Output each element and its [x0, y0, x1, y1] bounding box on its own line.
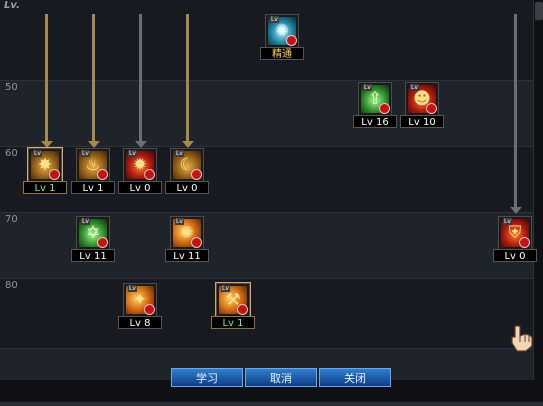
level-column-header: Lv. [4, 0, 20, 11]
cancel-button[interactable]: 取消 [245, 368, 317, 387]
skill-badge-icon [49, 169, 60, 180]
window-bottom-border [0, 402, 543, 406]
scrollbar-thumb[interactable] [535, 2, 543, 20]
skill-level-caption: Lv 8 [118, 316, 162, 329]
skill-lock-tag: Lv [81, 150, 90, 157]
skill-lv60-d-icon[interactable]: ☾ Lv [170, 148, 204, 182]
row-divider [0, 212, 543, 213]
prereq-arrow-head [88, 141, 100, 148]
skill-badge-icon [237, 304, 248, 315]
skill-level-caption: Lv 1 [211, 316, 255, 329]
skill-lv60-b-icon[interactable]: ♨ Lv [76, 148, 110, 182]
prereq-arrow-shaft [514, 14, 517, 208]
prereq-arrow-shaft [92, 14, 95, 142]
row-divider [0, 80, 543, 81]
hand-cursor-icon [511, 325, 533, 352]
row-divider [0, 146, 543, 147]
skill-lv50-b-icon[interactable]: ☻ Lv [405, 82, 439, 116]
skill-lock-tag: Lv [33, 150, 42, 157]
skill-lock-tag: Lv [81, 218, 90, 225]
prereq-arrow-head [135, 141, 147, 148]
row-band-50 [0, 80, 543, 146]
row-band-80 [0, 278, 543, 348]
row-divider [0, 278, 543, 279]
skill-lock-tag: Lv [221, 285, 230, 292]
skill-level-caption: Lv 16 [353, 115, 397, 128]
skill-lv70-c-icon[interactable]: ⛨ Lv [498, 216, 532, 250]
skill-lv80-b-icon[interactable]: ⚒ Lv [215, 282, 251, 318]
skill-level-caption: Lv 0 [493, 249, 537, 262]
skill-lock-tag: Lv [128, 285, 137, 292]
skill-badge-icon [379, 103, 390, 114]
skill-level-caption: Lv 1 [71, 181, 115, 194]
skill-badge-icon [97, 237, 108, 248]
prereq-arrow-shaft [139, 14, 142, 142]
skill-lv50-a-icon[interactable]: ⇧ Lv [358, 82, 392, 116]
skill-lock-tag: Lv [128, 150, 137, 157]
skill-lv70-a-icon[interactable]: ✡ Lv [76, 216, 110, 250]
skill-badge-icon [144, 304, 155, 315]
prereq-arrow-head [510, 207, 522, 214]
level-label-70: 70 [5, 214, 18, 225]
skill-lock-tag: Lv [363, 84, 372, 91]
skill-level-caption: Lv 0 [118, 181, 162, 194]
level-label-80: 80 [5, 280, 18, 291]
skill-level-caption: Lv 10 [400, 115, 444, 128]
skill-level-caption: Lv 11 [71, 249, 115, 262]
skill-lock-tag: Lv [175, 218, 184, 225]
learn-button[interactable]: 学习 [171, 368, 243, 387]
prereq-arrow-shaft [186, 14, 189, 142]
row-divider [0, 348, 543, 349]
skill-lock-tag: Lv [410, 84, 419, 91]
skill-badge-icon [144, 169, 155, 180]
skill-lv70-b-icon[interactable]: ✺ Lv [170, 216, 204, 250]
skill-level-caption: 精通 [260, 47, 304, 60]
prereq-arrow-head [41, 141, 53, 148]
skill-badge-icon [191, 237, 202, 248]
skill-badge-icon [519, 237, 530, 248]
skill-badge-icon [191, 169, 202, 180]
close-button[interactable]: 关闭 [319, 368, 391, 387]
skill-tree-window: Lv. 50 60 70 80 ✺ Lv 精通 ⇧ Lv Lv 16 ☻ Lv Lv 10 ✸ Lv… [0, 0, 543, 406]
prereq-arrow-head [182, 141, 194, 148]
level-label-60: 60 [5, 148, 18, 159]
skill-badge-icon [286, 35, 297, 46]
skill-master-icon[interactable]: ✺ Lv [265, 14, 299, 48]
skill-lock-tag: Lv [503, 218, 512, 225]
skill-lv80-a-icon[interactable]: ✦ Lv [123, 283, 157, 317]
prereq-arrow-shaft [45, 14, 48, 142]
skill-lock-tag: Lv [175, 150, 184, 157]
skill-lv60-a-icon[interactable]: ✸ Lv [27, 147, 63, 183]
skill-level-caption: Lv 0 [165, 181, 209, 194]
skill-level-caption: Lv 11 [165, 249, 209, 262]
skill-lv60-c-icon[interactable]: ✹ Lv [123, 148, 157, 182]
level-label-50: 50 [5, 82, 18, 93]
skill-level-caption: Lv 1 [23, 181, 67, 194]
skill-badge-icon [426, 103, 437, 114]
skill-lock-tag: Lv [270, 16, 279, 23]
skill-badge-icon [97, 169, 108, 180]
